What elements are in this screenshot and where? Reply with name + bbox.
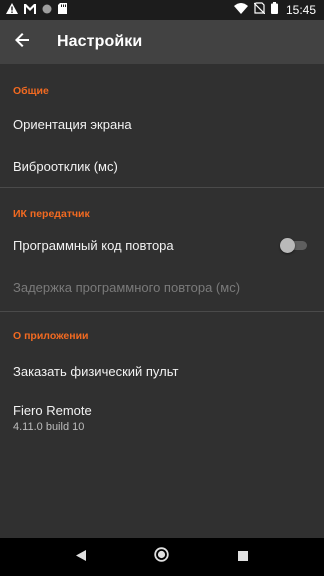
arrow-back-icon bbox=[15, 32, 29, 52]
category-about: О приложении bbox=[13, 330, 89, 342]
repeat-code-toggle[interactable] bbox=[280, 237, 308, 253]
pref-repeat-delay: Задержка программного повтора (мс) bbox=[0, 266, 324, 308]
pref-title: Ориентация экрана bbox=[13, 116, 132, 132]
pref-screen-orientation[interactable]: Ориентация экрана bbox=[0, 103, 324, 145]
app-name: Fiero Remote bbox=[13, 403, 92, 418]
toggle-thumb bbox=[280, 238, 295, 253]
pref-title: Виброотклик (мс) bbox=[13, 158, 118, 174]
back-button[interactable] bbox=[0, 20, 44, 64]
sd-card-icon bbox=[58, 1, 67, 19]
pref-title: Программный код повтора bbox=[13, 237, 174, 253]
navigation-bar bbox=[0, 538, 324, 576]
status-bar: 15:45 bbox=[0, 0, 324, 20]
circle-icon bbox=[42, 1, 52, 19]
page-title: Настройки bbox=[57, 33, 143, 50]
status-time: 15:45 bbox=[285, 3, 316, 17]
pref-title: Заказать физический пульт bbox=[13, 363, 179, 379]
pref-app-version[interactable]: Fiero Remote 4.11.0 build 10 bbox=[0, 392, 324, 444]
nav-recents-button[interactable] bbox=[223, 538, 263, 576]
no-sim-icon bbox=[253, 1, 266, 19]
pref-repeat-code[interactable]: Программный код повтора bbox=[0, 224, 324, 266]
warning-icon bbox=[6, 1, 18, 19]
pref-title: Задержка программного повтора (мс) bbox=[13, 279, 241, 295]
nav-back-button[interactable] bbox=[61, 538, 101, 576]
home-circle-icon bbox=[154, 547, 170, 567]
pref-order-remote[interactable]: Заказать физический пульт bbox=[0, 350, 324, 392]
back-triangle-icon bbox=[75, 548, 86, 566]
category-ir-transmitter: ИК передатчик bbox=[13, 208, 90, 220]
battery-icon bbox=[270, 1, 278, 19]
toolbar: Настройки bbox=[0, 20, 324, 64]
pref-vibro-feedback[interactable]: Виброотклик (мс) bbox=[0, 145, 324, 187]
recents-square-icon bbox=[238, 548, 249, 566]
preferences-list: Общие Ориентация экрана Виброотклик (мс)… bbox=[0, 64, 324, 444]
nav-home-button[interactable] bbox=[142, 538, 182, 576]
gmail-icon bbox=[24, 1, 36, 19]
app-version: 4.11.0 build 10 bbox=[13, 421, 85, 433]
category-general: Общие bbox=[13, 85, 49, 97]
wifi-icon bbox=[233, 1, 248, 19]
